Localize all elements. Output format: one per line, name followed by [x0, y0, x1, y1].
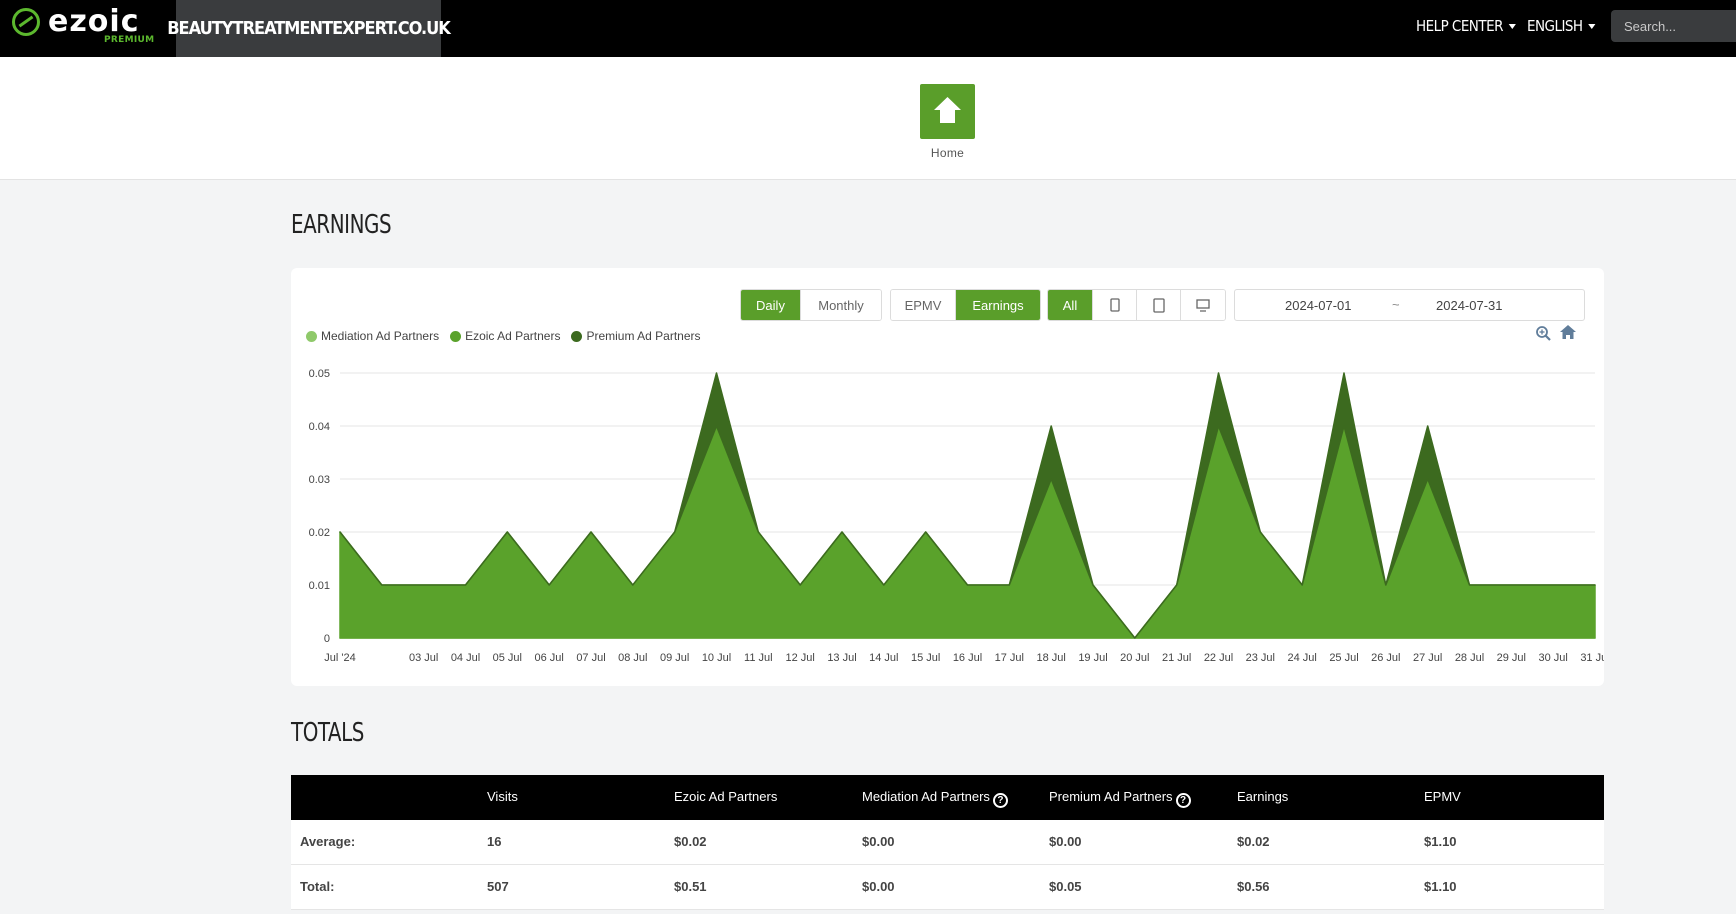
- x-tick-label: 08 Jul: [618, 652, 647, 664]
- help-icon[interactable]: ?: [992, 793, 1008, 808]
- x-tick-label: 06 Jul: [534, 652, 563, 664]
- table-cell: $0.00: [862, 834, 895, 849]
- row-label: Total:: [300, 879, 335, 894]
- earnings-title: EARNINGS: [291, 210, 392, 240]
- y-tick-label: 0: [324, 633, 330, 645]
- home-button[interactable]: [920, 84, 975, 139]
- language-dropdown[interactable]: ENGLISH: [1527, 17, 1596, 35]
- table-cell: $1.10: [1424, 879, 1457, 894]
- table-cell: $0.02: [674, 834, 707, 849]
- table-cell: 507: [487, 879, 509, 894]
- y-tick-label: 0.02: [309, 527, 330, 539]
- x-tick-label: 18 Jul: [1036, 652, 1065, 664]
- column-header: Premium Ad Partners?: [1049, 789, 1191, 808]
- column-header: EPMV: [1424, 789, 1461, 804]
- home-icon: [934, 97, 961, 123]
- x-axis-ticks: Jul '24 03 Jul 04 Jul 05 Jul 06 Jul 07 Jul 08 …: [324, 652, 1604, 664]
- x-tick-label: 14 Jul: [869, 652, 898, 664]
- x-tick-label: 20 Jul: [1120, 652, 1149, 664]
- chevron-down-icon: [1508, 24, 1516, 29]
- column-header: Visits: [487, 789, 518, 804]
- x-tick-label: 21 Jul: [1162, 652, 1191, 664]
- x-tick-label: 23 Jul: [1246, 652, 1275, 664]
- column-header-label: Mediation Ad Partners: [862, 789, 990, 804]
- column-header: Mediation Ad Partners?: [862, 789, 1008, 808]
- column-header: Ezoic Ad Partners: [674, 789, 778, 804]
- x-tick-label: 12 Jul: [785, 652, 814, 664]
- x-tick-label: 15 Jul: [911, 652, 940, 664]
- y-axis-ticks: 0 0.01 0.02 0.03 0.04 0.05: [309, 368, 330, 645]
- x-tick-label: 30 Jul: [1538, 652, 1567, 664]
- site-selector[interactable]: BEAUTYTREATMENTEXPERT.CO.UK: [167, 0, 451, 57]
- x-tick-label: 04 Jul: [451, 652, 480, 664]
- x-tick-label: 03 Jul: [409, 652, 438, 664]
- x-tick-label: 25 Jul: [1329, 652, 1358, 664]
- y-tick-label: 0.03: [309, 474, 330, 486]
- home-band: Home: [0, 57, 1736, 180]
- x-tick-label: 16 Jul: [953, 652, 982, 664]
- x-tick-label: 11 Jul: [744, 652, 773, 664]
- x-tick-label: 28 Jul: [1455, 652, 1484, 664]
- x-tick-label: 29 Jul: [1497, 652, 1526, 664]
- x-tick-label: 09 Jul: [660, 652, 689, 664]
- totals-title: TOTALS: [291, 718, 364, 748]
- language-label: ENGLISH: [1527, 17, 1583, 35]
- x-tick-label: 17 Jul: [995, 652, 1024, 664]
- x-tick-label: 31 Jul: [1580, 652, 1604, 664]
- table-header: Visits Ezoic Ad Partners Mediation Ad Pa…: [291, 775, 1604, 820]
- column-header: Earnings: [1237, 789, 1289, 804]
- search-input[interactable]: [1611, 10, 1736, 42]
- table-cell: $0.05: [1049, 879, 1082, 894]
- x-tick-label: 05 Jul: [493, 652, 522, 664]
- table-cell: $0.02: [1237, 834, 1270, 849]
- earnings-chart-card: Daily Monthly EPMV Earnings All 2024-07-…: [291, 268, 1604, 686]
- table-row: Average: 16 $0.02 $0.00 $0.00 $0.02 $1.1…: [291, 820, 1604, 865]
- totals-table: Visits Ezoic Ad Partners Mediation Ad Pa…: [291, 775, 1604, 910]
- ezoic-logo[interactable]: ezoic PREMIUM: [12, 4, 162, 50]
- help-center-dropdown[interactable]: HELP CENTER: [1416, 17, 1516, 35]
- chart-areas: [339, 372, 1596, 639]
- table-cell: $0.51: [674, 879, 707, 894]
- earnings-area-chart: 0 0.01 0.02 0.03 0.04 0.05 Jul '24 03 Jul 04 Ju…: [309, 368, 1604, 664]
- x-tick-label: 26 Jul: [1371, 652, 1400, 664]
- ezoic-logo-icon: [12, 8, 40, 36]
- chevron-down-icon: [1587, 24, 1596, 29]
- table-cell: $0.56: [1237, 879, 1270, 894]
- table-row: Total: 507 $0.51 $0.00 $0.05 $0.56 $1.10: [291, 865, 1604, 910]
- help-icon[interactable]: ?: [1175, 793, 1191, 808]
- table-cell: $0.00: [862, 879, 895, 894]
- logo-premium-label: PREMIUM: [104, 35, 155, 45]
- x-tick-label: Jul '24: [324, 652, 355, 664]
- table-cell: $0.00: [1049, 834, 1082, 849]
- x-tick-label: 19 Jul: [1078, 652, 1107, 664]
- x-tick-label: 27 Jul: [1413, 652, 1442, 664]
- x-tick-label: 22 Jul: [1204, 652, 1233, 664]
- y-tick-label: 0.04: [309, 421, 330, 433]
- logo-text: ezoic: [48, 4, 140, 39]
- home-label: Home: [930, 146, 965, 160]
- x-tick-label: 10 Jul: [702, 652, 731, 664]
- y-tick-label: 0.01: [309, 580, 330, 592]
- column-header-label: Premium Ad Partners: [1049, 789, 1173, 804]
- y-tick-label: 0.05: [309, 368, 330, 380]
- table-cell: 16: [487, 834, 502, 849]
- help-center-label: HELP CENTER: [1416, 17, 1503, 35]
- x-tick-label: 13 Jul: [827, 652, 856, 664]
- table-cell: $1.10: [1424, 834, 1457, 849]
- row-label: Average:: [300, 834, 356, 849]
- x-tick-label: 24 Jul: [1287, 652, 1316, 664]
- top-navbar: ezoic PREMIUM BEAUTYTREATMENTEXPERT.CO.U…: [0, 0, 1736, 57]
- x-tick-label: 07 Jul: [576, 652, 605, 664]
